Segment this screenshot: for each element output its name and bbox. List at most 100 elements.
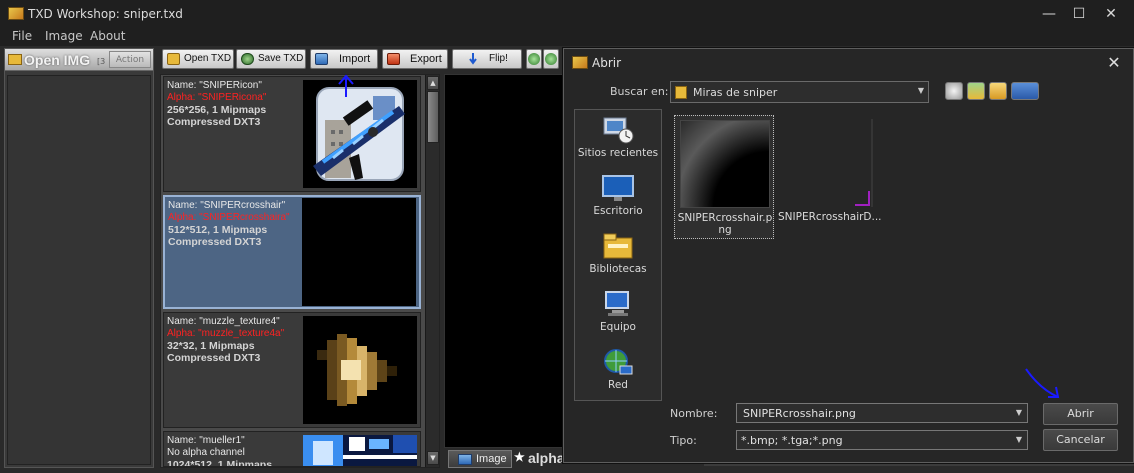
texture-item-muzzle-texture[interactable]: Name: "muzzle_texture4" Alpha: "muzzle_t… — [163, 312, 421, 428]
place-recent[interactable]: Sitios recientes — [575, 110, 661, 168]
app-window: TXD Workshop: sniper.txd — ☐ ✕ File Imag… — [0, 0, 1134, 473]
menu-file[interactable]: File — [12, 29, 32, 43]
look-in-dropdown[interactable]: Miras de sniper ▼ — [670, 81, 929, 103]
place-computer[interactable]: Equipo — [575, 284, 661, 342]
texture-info: Name: "SNIPERicon" Alpha: "SNIPERicona" … — [167, 80, 266, 128]
texture-dimensions: 256*256, 1 Mipmaps — [167, 104, 267, 116]
file-item-crosshair-d[interactable]: SNIPERcrosshairD... — [778, 115, 882, 239]
dialog-title-bar: Abrir ✕ — [564, 49, 1133, 77]
import-icon — [315, 53, 328, 65]
folder-icon — [167, 53, 180, 65]
move-down-button[interactable] — [543, 49, 559, 69]
scroll-down-arrow-icon[interactable]: ▼ — [427, 451, 439, 465]
texture-alpha: Alpha: "muzzle_texture4a" — [167, 328, 285, 339]
open-img-button[interactable]: Open IMG — [24, 52, 90, 68]
texture-preview — [444, 74, 564, 448]
minimize-button[interactable]: — — [1032, 2, 1066, 26]
flip-arrow-icon — [467, 53, 480, 65]
cancel-button[interactable]: Cancelar — [1043, 429, 1118, 451]
up-arrow-icon — [528, 53, 540, 65]
file-thumbnail — [783, 119, 873, 207]
texture-name: Name: "SNIPERicon" — [167, 80, 262, 91]
up-folder-icon[interactable] — [967, 82, 985, 100]
back-icon[interactable] — [945, 82, 963, 100]
scrollbar-thumb[interactable] — [427, 91, 439, 143]
flip-label: Flip! — [489, 53, 508, 64]
texture-info: Name: "muzzle_texture4" Alpha: "muzzle_t… — [167, 316, 284, 364]
app-icon — [8, 7, 24, 20]
menu-image[interactable]: Image — [45, 29, 83, 43]
file-item-crosshair[interactable]: SNIPERcrosshair.png — [674, 115, 774, 239]
img-file-list[interactable] — [7, 75, 151, 465]
file-type-label: Tipo: — [670, 434, 697, 447]
libraries-icon — [602, 232, 634, 260]
scroll-up-arrow-icon[interactable]: ▲ — [427, 76, 439, 90]
star-icon: ★ — [514, 450, 525, 464]
texture-format: Compressed DXT3 — [167, 352, 261, 364]
texture-item-mueller[interactable]: Name: "mueller1" No alpha channel 1024*5… — [163, 431, 421, 467]
texture-alpha: Alpha: "SNIPERicona" — [167, 92, 267, 103]
look-in-label: Buscar en: — [610, 85, 669, 98]
export-button[interactable]: Export — [382, 49, 448, 69]
save-txd-button[interactable]: Save TXD — [236, 49, 306, 69]
move-up-button[interactable] — [526, 49, 542, 69]
place-network[interactable]: Red — [575, 342, 661, 400]
tab-alpha-label: alpha — [528, 450, 565, 466]
texture-format: Compressed DXT3 — [167, 116, 261, 128]
look-in-value: Miras de sniper — [693, 86, 778, 99]
network-globe-icon — [602, 348, 634, 376]
tab-image[interactable]: Image — [448, 450, 512, 468]
tab-image-label: Image — [476, 453, 507, 465]
down-arrow-icon — [545, 53, 557, 65]
import-button[interactable]: Import — [310, 49, 378, 69]
dialog-title: Abrir — [592, 56, 622, 70]
place-desktop-label: Escritorio — [593, 205, 643, 217]
flip-button[interactable]: Flip! — [452, 49, 522, 69]
place-desktop[interactable]: Escritorio — [575, 168, 661, 226]
desktop-icon — [602, 174, 634, 202]
places-bar: Sitios recientes Escritorio Bibliotecas … — [574, 109, 662, 401]
texture-name: Name: "SNIPERcrosshair" — [168, 200, 286, 211]
menu-bar: File Image About — [0, 28, 1134, 46]
texture-dimensions: 512*512, 1 Mipmaps — [168, 224, 268, 236]
texture-item-sniper-icon[interactable]: Name: "SNIPERicon" Alpha: "SNIPERicona" … — [163, 76, 421, 192]
view-menu-icon[interactable] — [1011, 82, 1039, 100]
filename-input[interactable]: SNIPERcrosshair.png ▼ — [736, 403, 1028, 423]
filename-value: SNIPERcrosshair.png — [743, 407, 856, 420]
texture-thumbnail — [303, 316, 417, 424]
texture-dimensions: 32*32, 1 Mipmaps — [167, 340, 255, 352]
texture-list-scrollbar[interactable]: ▲ ▼ — [425, 75, 439, 467]
open-txd-label: Open TXD — [184, 53, 232, 64]
place-computer-label: Equipo — [600, 321, 636, 333]
image-icon — [458, 454, 472, 465]
close-button[interactable]: ✕ — [1094, 2, 1128, 26]
file-thumbnail — [680, 120, 770, 208]
file-list-pane[interactable]: SNIPERcrosshair.png SNIPERcrosshairD... — [668, 109, 1123, 401]
title-bar: TXD Workshop: sniper.txd — ☐ ✕ — [0, 0, 1134, 28]
new-folder-icon[interactable] — [989, 82, 1007, 100]
texture-name: Name: "muzzle_texture4" — [167, 316, 280, 327]
img-panel: Open IMG [3 Action — [4, 48, 154, 468]
action-button[interactable]: Action — [109, 51, 151, 68]
open-txd-button[interactable]: Open TXD — [162, 49, 234, 69]
texture-format: Compressed DXT3 — [168, 236, 262, 248]
menu-about[interactable]: About — [90, 29, 125, 43]
texture-item-sniper-crosshair[interactable]: Name: "SNIPERcrosshair" Alpha: "SNIPERcr… — [163, 195, 421, 309]
disc-icon — [241, 53, 254, 65]
file-type-dropdown[interactable]: *.bmp; *.tga;*.png ▼ — [736, 430, 1028, 450]
window-title: TXD Workshop: sniper.txd — [28, 7, 183, 21]
file-name: SNIPERcrosshair.png — [677, 212, 773, 236]
place-libraries[interactable]: Bibliotecas — [575, 226, 661, 284]
place-libraries-label: Bibliotecas — [589, 263, 647, 275]
texture-list[interactable]: Name: "SNIPERicon" Alpha: "SNIPERicona" … — [160, 74, 440, 468]
computer-icon — [602, 290, 634, 318]
export-label: Export — [410, 53, 442, 65]
texture-alpha: No alpha channel — [167, 447, 245, 458]
maximize-button[interactable]: ☐ — [1062, 2, 1096, 26]
dialog-close-button[interactable]: ✕ — [1103, 52, 1125, 74]
export-icon — [387, 53, 400, 65]
filename-label: Nombre: — [670, 407, 718, 420]
open-button[interactable]: Abrir — [1043, 403, 1118, 425]
img-panel-header: Open IMG [3 Action — [5, 49, 153, 71]
chevron-down-icon[interactable]: ▼ — [1016, 408, 1022, 417]
